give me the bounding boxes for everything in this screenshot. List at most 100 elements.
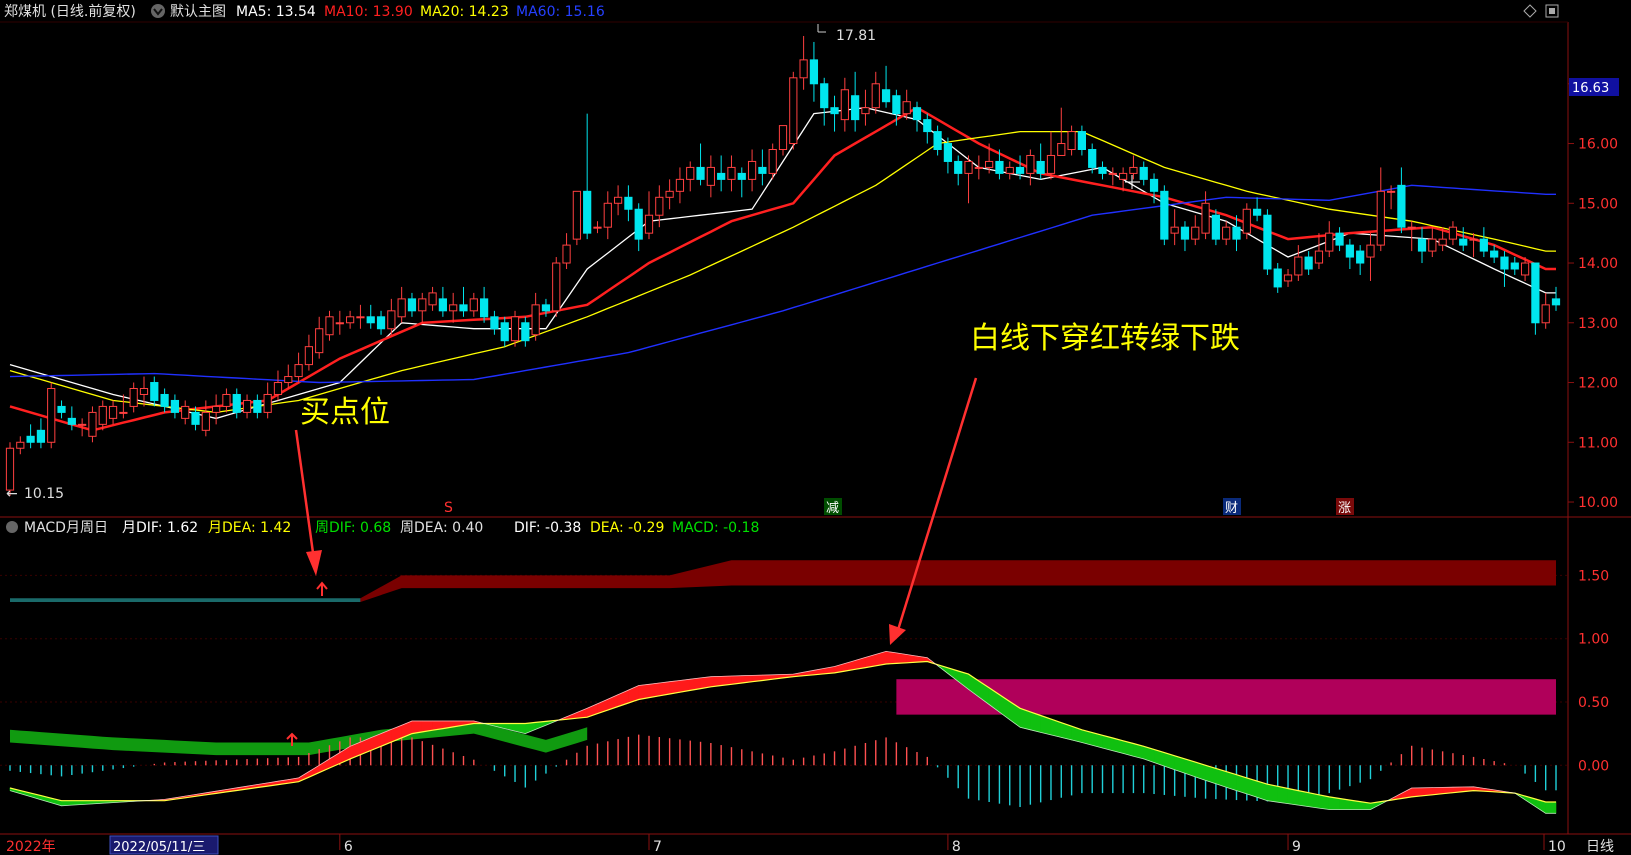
candle [1417, 227, 1427, 264]
candle-body-up [789, 77, 798, 145]
candle [346, 310, 355, 329]
candle-body-down [26, 435, 35, 443]
candle [88, 406, 97, 443]
candle-body-up [1366, 244, 1375, 258]
candle [675, 167, 685, 204]
candle [572, 190, 581, 246]
macd-readout: MACD: -0.18 [672, 520, 759, 536]
candle [212, 394, 221, 425]
annotation-buy: 买点位 [294, 395, 390, 576]
candle [1211, 209, 1220, 246]
candle-body-up [552, 262, 561, 312]
candle-body-up [1170, 226, 1179, 234]
candle-body-down [1479, 238, 1488, 252]
high-label: 17.81 [836, 28, 876, 44]
candle-body-down [809, 59, 819, 85]
candle [1479, 227, 1488, 258]
candle-body-up [47, 388, 56, 443]
settings-icon[interactable] [151, 4, 165, 18]
candle [1294, 245, 1303, 281]
candle-body-up [315, 328, 324, 354]
event-markers: S 减 财 涨 [444, 498, 1354, 516]
candle [479, 286, 489, 323]
candle [1098, 161, 1107, 180]
candle-body-down [830, 107, 839, 115]
period-label[interactable]: 日线 [1586, 839, 1614, 855]
candle-body-up [1026, 154, 1035, 174]
candle [129, 382, 138, 413]
candle [407, 292, 417, 317]
candle-body-down [1139, 166, 1148, 180]
candle-body-up [181, 405, 190, 419]
candle [222, 388, 231, 413]
candle-body-down [438, 298, 447, 312]
candle [1356, 245, 1365, 275]
dif-dea-fill [525, 722, 536, 735]
candle-body-down [1531, 262, 1540, 324]
candle [242, 394, 252, 419]
candle-body-up [747, 160, 757, 180]
candle-body-down [521, 322, 530, 342]
candle-body-down [376, 316, 386, 330]
candle-body-up [1129, 166, 1138, 174]
date-label[interactable]: 2022/05/11/三 [113, 840, 205, 855]
dif-dea-fill [576, 707, 588, 719]
candle [1180, 221, 1190, 252]
candle-body-down [366, 316, 375, 324]
candle-body-down [67, 417, 76, 425]
chart-canvas: 17.0016.0015.0014.0013.0012.0011.0010.00… [0, 3, 1631, 855]
candle-body-down [1098, 166, 1107, 174]
candle [613, 185, 623, 216]
candle-body-up [1108, 172, 1117, 175]
buy-arrow-icon [306, 550, 322, 576]
diamond-icon[interactable] [1523, 4, 1537, 18]
candle [830, 95, 839, 132]
candle [1067, 125, 1076, 156]
candle-body-up [727, 166, 736, 180]
candle [1490, 245, 1499, 264]
candle [438, 286, 447, 317]
candle-body-down [1510, 262, 1519, 270]
macd-header: MACD月周日 月DIF: 1.62 月DEA: 1.42 周DIF: 0.68… [6, 520, 759, 536]
candle-body-down [232, 393, 241, 413]
candle [758, 149, 767, 186]
candle-body-down [1252, 208, 1262, 216]
candle [665, 179, 674, 210]
candle-body-down [1304, 256, 1313, 270]
candle-body-down [407, 298, 417, 312]
candle-body-down [541, 304, 551, 312]
macd-settings-icon[interactable] [6, 521, 18, 533]
candle-body-up [469, 298, 478, 312]
price-tick-label: 15.00 [1578, 196, 1618, 212]
candle-body-down [57, 405, 66, 413]
candle-body-down [1551, 298, 1561, 306]
candle [603, 191, 612, 240]
candle [1397, 167, 1406, 234]
dif-readout: DIF: -0.38 [514, 520, 581, 536]
candle [469, 292, 478, 317]
candle [727, 155, 736, 192]
candle [809, 41, 819, 102]
candle [294, 352, 303, 383]
candle [521, 316, 530, 347]
stock-title: 郑煤机 (日线.前复权) [4, 3, 136, 20]
candle [1459, 227, 1468, 252]
candle [562, 233, 571, 269]
candle [376, 310, 386, 335]
candle [98, 400, 107, 431]
candle [160, 388, 169, 413]
candle-body-up [1057, 143, 1066, 156]
candle-body-up [201, 411, 210, 431]
candle-body-up [974, 166, 983, 169]
candle [799, 35, 808, 90]
candle [304, 334, 314, 371]
candle [789, 71, 798, 150]
candle-body-up [1283, 274, 1293, 282]
month-label: 9 [1292, 839, 1301, 855]
macd-tick-label: 1.00 [1578, 632, 1609, 648]
ma-lines [9, 106, 1556, 432]
indicator-label[interactable]: 默认主图 [170, 4, 226, 20]
candle-body-up [284, 376, 293, 384]
candle-body-up [88, 411, 97, 437]
candle-body-down [191, 411, 200, 425]
